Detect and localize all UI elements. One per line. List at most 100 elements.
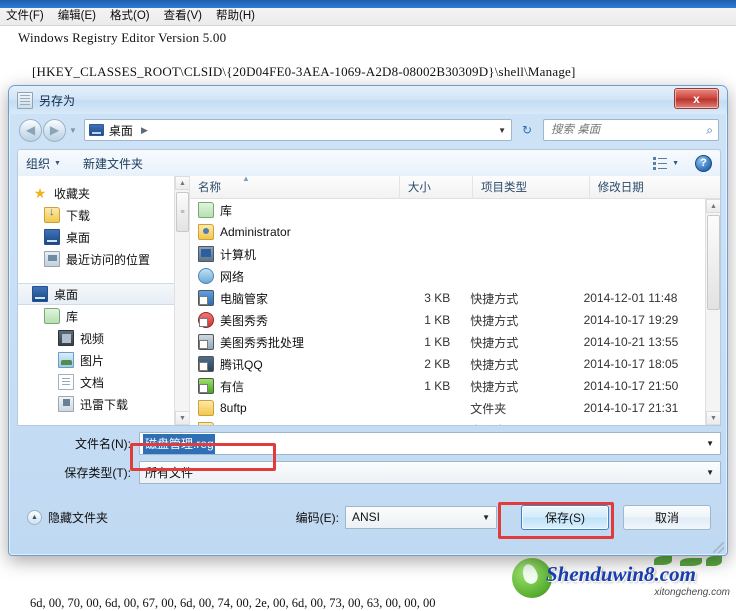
computer-icon [198,246,214,262]
dialog-toolbar: 组织 ▼ 新建文件夹 ▼ ? [17,149,721,176]
hide-folders-button[interactable]: ▲ 隐藏文件夹 [27,509,108,526]
sidebar-item-documents[interactable]: 文档 [18,371,189,393]
notepad-menubar[interactable]: 文件(F) 编辑(E) 格式(O) 查看(V) 帮助(H) [0,8,736,26]
view-mode-button[interactable]: ▼ [653,157,679,170]
menu-view[interactable]: 查看(V) [164,10,202,23]
sidebar-item-desktop[interactable]: 桌面 [18,283,189,305]
column-header-name[interactable]: 名称 ▲ [190,176,399,199]
menu-file[interactable]: 文件(F) [6,10,44,23]
search-input[interactable] [549,123,713,137]
chevron-down-icon[interactable]: ▼ [706,439,714,448]
column-header-date[interactable]: 修改日期 [588,176,720,199]
search-box[interactable]: ⌕ [543,119,719,141]
cancel-button[interactable]: 取消 [623,504,711,530]
sidebar-item-favorites[interactable]: ★ 收藏夹 [18,182,189,204]
table-row[interactable]: 库 [190,199,705,221]
scroll-down-icon[interactable]: ▼ [706,411,720,425]
encoding-label: 编码(E): [295,510,339,525]
recent-places-icon [44,251,60,267]
address-bar[interactable]: 桌面 ▶ ▼ [83,119,512,141]
file-name-label: 腾讯QQ [220,357,263,372]
organize-label: 组织 [26,156,51,171]
refresh-icon[interactable]: ↻ [515,119,539,141]
resize-grip[interactable] [713,542,724,553]
table-row[interactable]: 美图秀秀 1 KB 快捷方式 2014-10-17 19:29 [190,309,705,331]
scrollbar-thumb[interactable] [707,215,720,310]
sidebar-item-desktop-fav[interactable]: 桌面 [18,226,189,248]
dialog-title: 另存为 [39,93,76,108]
breadcrumb-desktop[interactable]: 桌面 [109,122,133,139]
sidebar-item-libraries[interactable]: 库 [18,305,189,327]
sidebar-item-pictures[interactable]: 图片 [18,349,189,371]
address-dropdown-icon[interactable]: ▼ [498,126,506,135]
chevron-down-icon: ▼ [672,159,679,167]
scroll-up-icon[interactable]: ▲ [175,176,189,190]
shortcut-red-icon [198,312,214,328]
sidebar-item-downloads[interactable]: 下载 [18,204,189,226]
table-row[interactable]: Administrator [190,221,705,243]
dialog-form: 文件名(N): 磁盘管理.reg ▼ 保存类型(T): 所有文件 ▼ [17,431,721,489]
navigation-pane: ★ 收藏夹 下载 桌面 最近访问的位置 桌面 库 [18,176,190,425]
table-row[interactable]: 电脑管家 3 KB 快捷方式 2014-12-01 11:48 [190,287,705,309]
sidebar-item-thunder-download[interactable]: 迅雷下载 [18,393,189,415]
sidebar-item-label: 最近访问的位置 [66,252,151,267]
table-row[interactable]: 有信 1 KB 快捷方式 2014-10-17 21:50 [190,375,705,397]
file-name-label: 777 [220,423,240,425]
chevron-down-icon[interactable]: ▼ [482,513,490,522]
file-size-cell: 1 KB [424,379,451,393]
folder-icon [198,422,214,425]
shortcut-pen-icon [198,356,214,372]
menu-help[interactable]: 帮助(H) [216,10,255,23]
file-type-cell: 快捷方式 [470,335,519,350]
menu-format[interactable]: 格式(O) [110,10,150,23]
encoding-value: ANSI [352,510,381,524]
table-row[interactable]: 计算机 [190,243,705,265]
navigation-pane-scrollbar[interactable]: ▲ ≡ ▼ [174,176,189,425]
file-name-cell: 777 [190,422,393,425]
recent-locations-chevron-icon[interactable]: ▼ [69,126,77,135]
breadcrumb-chevron-icon[interactable]: ▶ [141,125,148,136]
registry-key-line: [HKEY_CLASSES_ROOT\CLSID\{20D04FE0-3AEA-… [32,64,576,79]
table-row[interactable]: 腾讯QQ 2 KB 快捷方式 2014-10-17 18:05 [190,353,705,375]
help-icon[interactable]: ? [695,154,712,172]
column-header-type[interactable]: 项目类型 [471,176,589,199]
scroll-up-icon[interactable]: ▲ [706,199,720,213]
table-row[interactable]: 网络 [190,265,705,287]
scrollbar-thumb[interactable]: ≡ [176,192,189,232]
forward-button[interactable]: ▶ [43,118,66,142]
file-date-cell: 2014-12-01 11:48 [583,291,678,305]
file-list-pane: 名称 ▲ 大小 项目类型 修改日期 库 Administrator 计算机 网络… [190,176,720,425]
filename-input[interactable]: 磁盘管理.reg ▼ [139,432,721,455]
sidebar-item-recent-places[interactable]: 最近访问的位置 [18,248,189,270]
network-icon [198,268,214,284]
column-header-size[interactable]: 大小 [398,176,472,199]
scroll-down-icon[interactable]: ▼ [175,411,189,425]
encoding-select[interactable]: ANSI ▼ [345,505,497,529]
video-icon [58,330,74,346]
filename-value: 磁盘管理.reg [143,433,215,454]
file-list-scrollbar[interactable]: ▲ ▼ [705,199,720,425]
dialog-titlebar[interactable]: 另存为 x [9,86,727,114]
notepad-titlebar [0,0,736,8]
chevron-down-icon[interactable]: ▼ [706,468,714,477]
back-button[interactable]: ◀ [19,118,42,142]
savetype-select[interactable]: 所有文件 ▼ [139,461,721,484]
table-row[interactable]: 8uftp 文件夹 2014-10-17 21:31 [190,397,705,419]
library-folder-icon [198,202,214,218]
file-name-cell: 网络 [190,268,393,285]
save-button[interactable]: 保存(S) [521,504,609,530]
menu-edit[interactable]: 编辑(E) [58,10,96,23]
sort-ascending-icon: ▲ [242,176,250,183]
sidebar-item-videos[interactable]: 视频 [18,327,189,349]
close-icon[interactable]: x [674,88,719,109]
notepad-document-icon [17,91,33,109]
new-folder-button[interactable]: 新建文件夹 [83,155,143,172]
file-name-label: 8uftp [220,401,247,415]
folder-icon [198,400,214,416]
file-date-cell: 2014-10-17 19:29 [583,313,679,327]
table-row[interactable]: 777 文件夹 2014-11-14 23:56 [190,419,705,425]
file-date-cell: 2014-10-17 21:31 [583,401,679,415]
table-row[interactable]: 美图秀秀批处理 1 KB 快捷方式 2014-10-21 13:55 [190,331,705,353]
organize-button[interactable]: 组织 ▼ [26,155,61,172]
star-icon: ★ [33,185,47,201]
